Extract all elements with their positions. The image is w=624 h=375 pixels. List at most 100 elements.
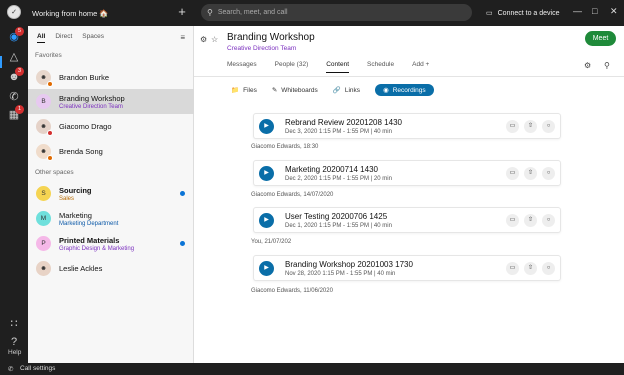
tab-add[interactable]: Add + [412,61,429,73]
space-item-leslie-ackles[interactable]: ☻ Leslie Ackles [28,256,194,281]
status-message[interactable]: Working from home 🏠 [32,9,109,18]
play-icon[interactable]: ▶ [259,119,274,134]
recording-card[interactable]: ▶ Rebrand Review 20201208 1430 Dec 3, 20… [253,113,561,139]
favorites-heading: Favorites [35,52,62,59]
share-icon[interactable]: ⇧ [524,167,537,180]
details-icon[interactable]: ▭ [506,214,519,227]
divider [194,76,624,77]
apps-grid-icon[interactable]: ∷ [7,317,21,331]
user-avatar[interactable]: ✓ [7,5,21,19]
space-item-brandon-burke[interactable]: ☻ Brandon Burke [28,65,194,90]
tab-schedule[interactable]: Schedule [367,61,394,73]
play-icon[interactable]: ▶ [259,261,274,276]
sidebar-tabs: All Direct Spaces [37,33,104,43]
calendar-badge: 1 [15,105,24,114]
search-icon[interactable]: ⚲ [604,61,610,70]
maximize-icon[interactable]: □ [592,6,597,16]
title-bar: ✓ Working from home 🏠 + ⚲ Search, meet, … [0,0,624,26]
tab-all[interactable]: All [37,33,46,43]
meet-button[interactable]: Meet [585,31,616,46]
space-item-marketing[interactable]: M Marketing Marketing Department [28,206,194,231]
help-icon[interactable]: ? [7,335,21,349]
tab-people[interactable]: People (32) [275,61,309,73]
whiteboards-label: Whiteboards [281,86,318,94]
play-icon[interactable]: ▶ [259,166,274,181]
space-item-giacomo-drago[interactable]: ☻ Giacomo Drago [28,114,194,139]
presence-icon [47,155,53,161]
connect-label: Connect to a device [497,9,560,17]
tab-content[interactable]: Content [326,61,350,73]
content-tab-files[interactable]: 📁 Files [231,86,257,95]
reply-icon[interactable]: ○ [542,120,555,133]
call-settings-label[interactable]: Call settings [20,365,55,372]
recording-card[interactable]: ▶ User Testing 20200706 1425 Dec 1, 2020… [253,207,561,233]
recording-meta: Dec 3, 2020 1:15 PM - 1:55 PM | 40 min [285,129,392,135]
folder-icon: 📁 [231,87,240,94]
space-item-printed-materials[interactable]: P Printed Materials Graphic Design & Mar… [28,231,194,256]
contacts-icon[interactable]: ☻ 3 [7,67,24,84]
avatar: S [36,186,51,201]
presence-icon [47,130,53,136]
messaging-icon[interactable]: ◉ 5 [7,27,24,44]
space-subtitle: Graphic Design & Marketing [59,245,135,252]
call-settings-icon[interactable]: ✆ [8,365,13,373]
recording-title: User Testing 20200706 1425 [285,212,388,221]
contacts-badge: 3 [15,67,24,76]
people-tool-icon[interactable]: ⚙ [584,61,591,70]
favorite-star-icon[interactable]: ☆ [211,35,218,44]
new-plus-button[interactable]: + [176,5,188,19]
space-item-sourcing[interactable]: S Sourcing Sales [28,181,194,206]
reply-icon[interactable]: ○ [542,262,555,275]
help-label[interactable]: Help [8,349,21,356]
reply-icon[interactable]: ○ [542,167,555,180]
avatar: ☻ [36,119,53,136]
recording-card[interactable]: ▶ Marketing 20200714 1430 Dec 2, 2020 1:… [253,160,561,186]
details-icon[interactable]: ▭ [506,167,519,180]
link-icon: 🔗 [332,87,341,94]
minimize-icon[interactable]: — [573,6,582,16]
unread-dot [180,241,185,246]
content-tab-links[interactable]: 🔗 Links [332,86,360,95]
recordings-label: Recordings [392,86,426,94]
recording-title: Marketing 20200714 1430 [285,165,378,174]
calls-icon[interactable]: ✆ [7,90,21,104]
space-subtitle: Sales [59,195,75,202]
details-icon[interactable]: ▭ [506,262,519,275]
play-icon[interactable]: ▶ [259,213,274,228]
space-name: Sourcing [59,185,92,195]
space-name: Printed Materials [59,235,120,245]
page-subtitle[interactable]: Creative Direction Team [227,45,296,52]
search-bar[interactable]: ⚲ Search, meet, and call [201,4,472,21]
recording-meta: Dec 2, 2020 1:15 PM - 1:55 PM | 20 min [285,176,392,182]
share-icon[interactable]: ⇧ [524,262,537,275]
connect-device-button[interactable]: ▭ Connect to a device [486,9,560,18]
share-icon[interactable]: ⇧ [524,120,537,133]
settings-gear-icon[interactable]: ⚙ [200,35,207,44]
teams-icon[interactable]: △ [7,50,21,64]
details-icon[interactable]: ▭ [506,120,519,133]
calendar-icon[interactable]: ▦ 1 [7,105,24,122]
space-name: Brandon Burke [59,73,110,82]
avatar: P [36,236,51,251]
recording-meta: Dec 1, 2020 1:15 PM - 1:55 PM | 40 min [285,223,392,229]
content-tab-recordings[interactable]: ◉ Recordings [375,84,434,96]
recording-meta: Nov 28, 2020 1:15 PM - 1:55 PM | 40 min [285,271,396,277]
content-tabs: 📁 Files ✎ Whiteboards 🔗 Links ◉ Recordings [231,84,434,96]
filter-icon[interactable]: ≡ [180,33,185,42]
tab-spaces[interactable]: Spaces [82,33,104,43]
share-icon[interactable]: ⇧ [524,214,537,227]
space-subtitle: Marketing Department [59,220,119,227]
tab-direct[interactable]: Direct [55,33,72,43]
other-spaces-heading: Other spaces [35,169,74,176]
recording-title: Rebrand Review 20201208 1430 [285,118,402,127]
close-icon[interactable]: ✕ [610,6,618,17]
recording-card[interactable]: ▶ Branding Workshop 20201003 1730 Nov 28… [253,255,561,281]
space-name: Leslie Ackles [59,264,103,273]
space-item-brenda-song[interactable]: ☻ Brenda Song [28,139,194,164]
reply-icon[interactable]: ○ [542,214,555,227]
space-item-branding-workshop[interactable]: B Branding Workshop Creative Direction T… [28,89,194,114]
spaces-sidebar: All Direct Spaces ≡ Favorites ☻ Brandon … [28,26,194,363]
tab-messages[interactable]: Messages [227,61,257,73]
content-tab-whiteboards[interactable]: ✎ Whiteboards [272,86,318,95]
messaging-badge: 5 [15,27,24,36]
